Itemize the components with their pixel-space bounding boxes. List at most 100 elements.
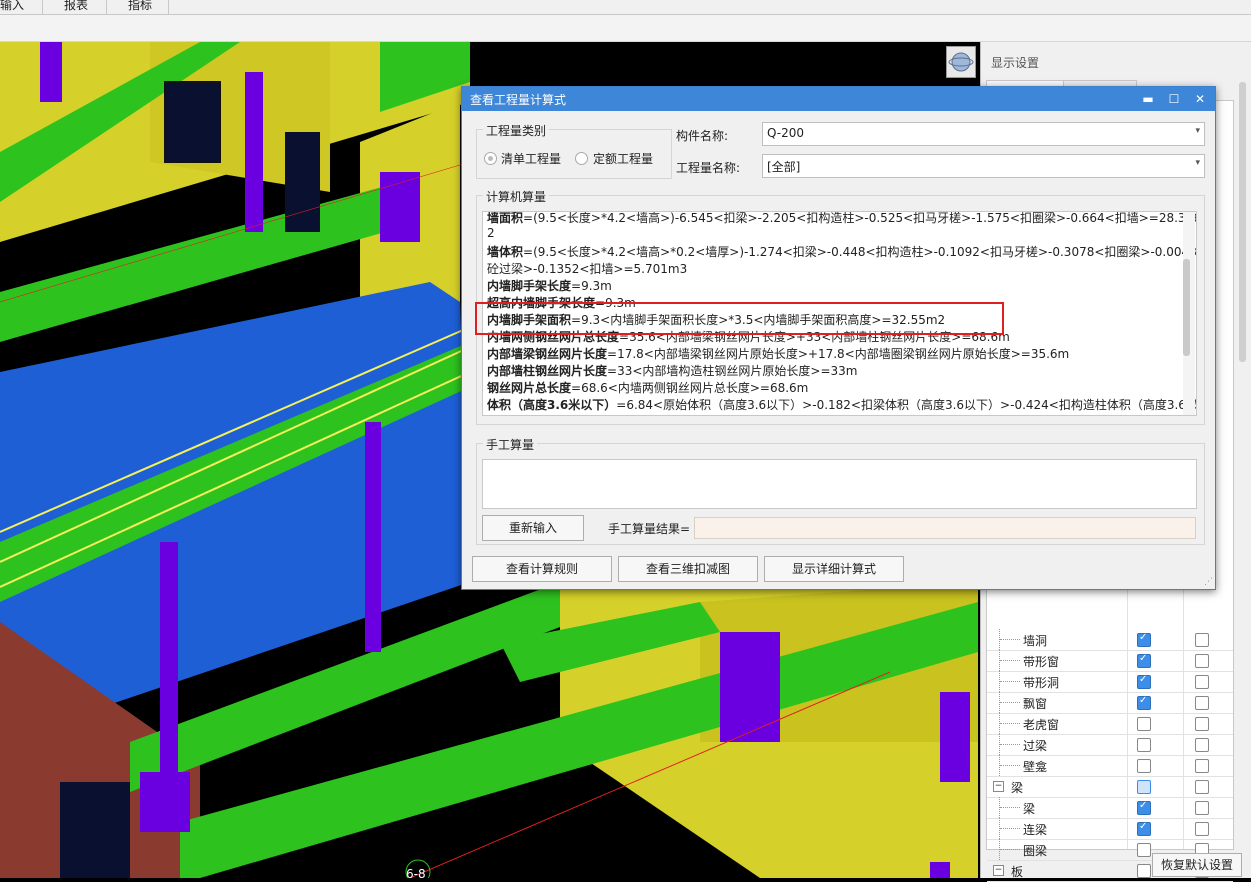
view-navigation-orb[interactable] bbox=[946, 46, 976, 78]
select-checkbox[interactable] bbox=[1195, 633, 1209, 647]
visible-checkbox[interactable] bbox=[1137, 717, 1151, 731]
menu-separator bbox=[106, 0, 107, 14]
radio-quota-quantity[interactable] bbox=[575, 152, 588, 165]
maximize-button[interactable]: ☐ bbox=[1164, 89, 1184, 109]
quantity-name-label: 工程量名称: bbox=[676, 161, 741, 175]
quantity-type-group: 工程量类别 清单工程量 定额工程量 bbox=[476, 122, 672, 179]
tree-row[interactable]: 过梁 bbox=[987, 734, 1233, 756]
tree-row-label: 带形窗 bbox=[1023, 655, 1060, 669]
visible-checkbox[interactable] bbox=[1137, 759, 1151, 773]
tree-row-label: 板 bbox=[1011, 865, 1024, 879]
select-checkbox[interactable] bbox=[1195, 696, 1209, 710]
select-checkbox[interactable] bbox=[1195, 654, 1209, 668]
select-checkbox[interactable] bbox=[1195, 759, 1209, 773]
visible-checkbox[interactable] bbox=[1137, 843, 1151, 857]
quantity-formula-dialog: 查看工程量计算式 ▬ ☐ ✕ 工程量类别 清单工程量 定额工程量 构件名称: Q… bbox=[461, 86, 1216, 590]
visible-checkbox[interactable] bbox=[1137, 632, 1151, 647]
visible-checkbox[interactable] bbox=[1137, 695, 1151, 710]
menu-bar: 输入 报表 指标 bbox=[0, 0, 1251, 15]
quantity-type-title: 工程量类别 bbox=[483, 122, 550, 139]
tree-row-label: 梁 bbox=[1023, 802, 1036, 816]
menu-separator bbox=[168, 0, 169, 14]
tree-connector bbox=[1000, 849, 1020, 851]
tree-row[interactable]: 连梁 bbox=[987, 818, 1233, 840]
calc-line-term: 内墙脚手架长度 bbox=[487, 279, 572, 293]
calc-line: 内墙脚手架长度=9.3m bbox=[487, 277, 612, 294]
manual-calc-title: 手工算量 bbox=[483, 436, 538, 453]
component-name-select[interactable]: Q-200 ▾ bbox=[762, 122, 1205, 146]
tree-row[interactable]: 老虎窗 bbox=[987, 713, 1233, 735]
collapse-icon[interactable]: − bbox=[993, 865, 1004, 876]
tree-row-label: 过梁 bbox=[1023, 739, 1048, 753]
visible-checkbox[interactable] bbox=[1137, 780, 1151, 794]
calc-line: 墙面积=(9.5<长度>*4.2<墙高>)-6.545<扣梁>-2.205<扣构… bbox=[487, 211, 1197, 226]
collapse-icon[interactable]: − bbox=[993, 781, 1004, 792]
chevron-down-icon: ▾ bbox=[1195, 158, 1200, 168]
calc-line-term: 内部墙梁钢丝网片长度 bbox=[487, 347, 608, 361]
component-name-label: 构件名称: bbox=[676, 129, 729, 143]
view-calc-rules-button[interactable]: 查看计算规则 bbox=[472, 556, 612, 582]
resize-grip-icon[interactable]: ⋰ bbox=[1204, 577, 1213, 587]
tree-row-label: 墙洞 bbox=[1023, 634, 1048, 648]
visible-checkbox[interactable] bbox=[1137, 674, 1151, 689]
calc-line: 体积（高度3.6米以下）=6.84<原始体积（高度3.6以下）>-0.182<扣… bbox=[487, 396, 1196, 413]
calc-scrollbar-thumb[interactable] bbox=[1183, 259, 1190, 356]
tree-row-label: 飘窗 bbox=[1023, 697, 1048, 711]
tree-connector bbox=[1000, 807, 1020, 809]
close-button[interactable]: ✕ bbox=[1190, 89, 1210, 109]
tree-connector bbox=[1000, 639, 1020, 641]
tree-row[interactable]: 带形洞 bbox=[987, 671, 1233, 693]
select-checkbox[interactable] bbox=[1195, 738, 1209, 752]
visible-checkbox[interactable] bbox=[1137, 653, 1151, 668]
menu-index[interactable]: 指标 bbox=[128, 0, 152, 13]
panel-scrollbar-thumb[interactable] bbox=[1239, 82, 1246, 362]
restore-defaults-button[interactable]: 恢复默认设置 bbox=[1152, 853, 1242, 877]
tree-row[interactable]: 梁 bbox=[987, 797, 1233, 819]
tree-row[interactable]: 壁龛 bbox=[987, 755, 1233, 777]
component-name-value: Q-200 bbox=[767, 126, 805, 140]
tree-connector bbox=[1000, 744, 1020, 746]
calc-line-formula: =68.6<内墙两侧钢丝网片总长度>=68.6m bbox=[571, 381, 809, 395]
select-checkbox[interactable] bbox=[1195, 717, 1209, 731]
calc-line-term: 墙体积 bbox=[487, 245, 524, 259]
reinput-button[interactable]: 重新输入 bbox=[482, 515, 584, 541]
tree-row[interactable]: − 梁 bbox=[987, 776, 1233, 798]
quantity-name-value: [全部] bbox=[767, 160, 801, 174]
select-checkbox[interactable] bbox=[1195, 822, 1209, 836]
quantity-name-select[interactable]: [全部] ▾ bbox=[762, 154, 1205, 178]
dialog-titlebar[interactable]: 查看工程量计算式 ▬ ☐ ✕ bbox=[462, 87, 1215, 111]
calc-line-formula: =33<内部墙构造柱钢丝网片原始长度>=33m bbox=[607, 364, 858, 378]
tree-connector bbox=[1000, 723, 1020, 725]
tree-row[interactable]: 墙洞 bbox=[987, 629, 1233, 651]
calc-line: 钢丝网片总长度=68.6<内墙两侧钢丝网片总长度>=68.6m bbox=[487, 379, 808, 396]
visible-checkbox[interactable] bbox=[1137, 738, 1151, 752]
calc-line-term: 墙面积 bbox=[487, 211, 524, 225]
axis-label: 6-8 bbox=[406, 867, 426, 878]
select-checkbox[interactable] bbox=[1195, 675, 1209, 689]
visible-checkbox[interactable] bbox=[1137, 864, 1151, 878]
tree-connector bbox=[1000, 681, 1020, 683]
tree-row-label: 连梁 bbox=[1023, 823, 1048, 837]
menu-input[interactable]: 输入 bbox=[0, 0, 24, 13]
view-3d-deduction-button[interactable]: 查看三维扣减图 bbox=[618, 556, 758, 582]
tree-row[interactable]: 带形窗 bbox=[987, 650, 1233, 672]
calc-line-formula: =17.8<内部墙梁钢丝网片原始长度>+17.8<内部墙圈梁钢丝网片原始长度>=… bbox=[607, 347, 1070, 361]
toolbar-strip bbox=[0, 15, 1251, 42]
manual-calc-input[interactable] bbox=[482, 459, 1197, 509]
menu-report[interactable]: 报表 bbox=[64, 0, 88, 13]
minimize-button[interactable]: ▬ bbox=[1138, 89, 1158, 109]
calc-line: 墙体积=(9.5<长度>*4.2<墙高>*0.2<墙厚>)-1.274<扣梁>-… bbox=[487, 243, 1196, 260]
show-detailed-formula-button[interactable]: 显示详细计算式 bbox=[764, 556, 904, 582]
visible-checkbox[interactable] bbox=[1137, 800, 1151, 815]
tree-row-label: 老虎窗 bbox=[1023, 718, 1060, 732]
calc-line-formula: =(9.5<长度>*4.2<墙高>)-6.545<扣梁>-2.205<扣构造柱>… bbox=[523, 211, 1197, 225]
visible-checkbox[interactable] bbox=[1137, 821, 1151, 836]
radio-bill-quantity[interactable] bbox=[484, 152, 497, 165]
calc-line-term: 钢丝网片总长度 bbox=[487, 381, 572, 395]
select-checkbox[interactable] bbox=[1195, 780, 1209, 794]
manual-result-field[interactable] bbox=[694, 517, 1196, 539]
calc-line-formula: =9.3m bbox=[571, 279, 612, 293]
select-checkbox[interactable] bbox=[1195, 801, 1209, 815]
tree-row[interactable]: 飘窗 bbox=[987, 692, 1233, 714]
manual-result-label: 手工算量结果= bbox=[608, 522, 691, 536]
